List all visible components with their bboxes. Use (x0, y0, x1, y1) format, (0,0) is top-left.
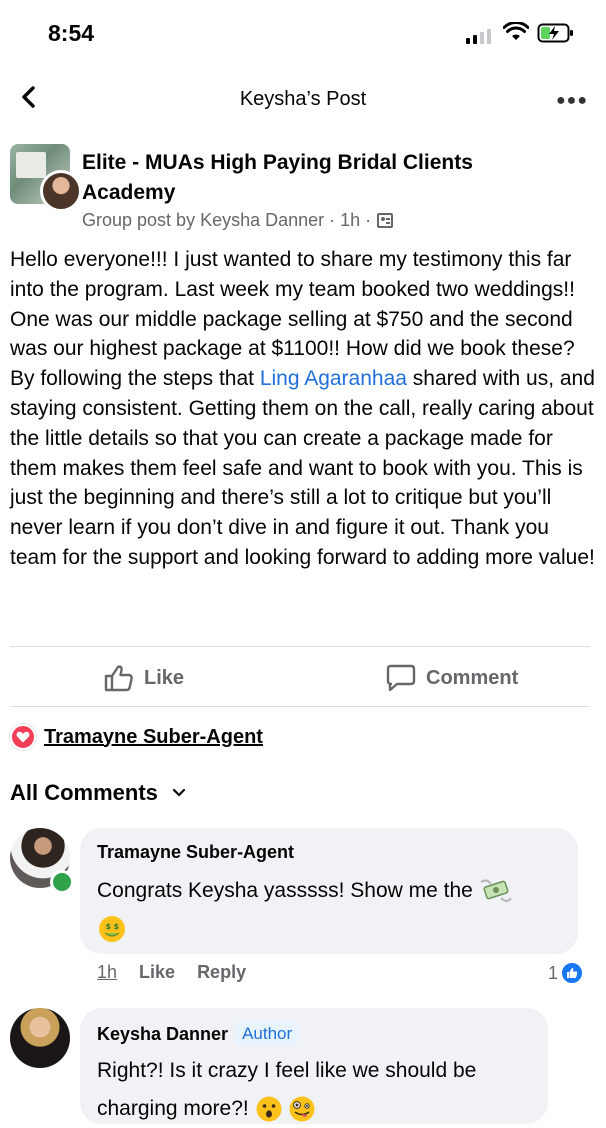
author-badge: Author (236, 1022, 299, 1046)
money-with-wings-icon (480, 879, 512, 903)
like-label: Like (144, 666, 185, 689)
comment-author[interactable]: Keysha Danner Author (97, 1022, 299, 1046)
status-bar: 8:54 (0, 0, 606, 64)
all-comments-filter[interactable]: All Comments (10, 780, 186, 806)
post-actions: Like Comment (0, 648, 606, 706)
post-header: Elite - MUAs High Paying Bridal Clients … (0, 140, 606, 236)
comment-text-content: Right?! Is it crazy I feel like we shoul… (97, 1059, 477, 1120)
all-comments-label: All Comments (10, 780, 158, 805)
page-title: Keysha’s Post (239, 88, 367, 110)
like-reaction-icon (560, 961, 585, 985)
comment-time[interactable]: 1h (97, 962, 117, 983)
svg-text:$: $ (114, 922, 120, 931)
author-avatar[interactable] (40, 170, 82, 212)
reactor-name[interactable]: Tramayne Suber-Agent (44, 726, 263, 749)
post-body: Hello everyone!!! I just wanted to share… (10, 245, 598, 573)
comment-author-name: Tramayne Suber-Agent (97, 842, 295, 862)
like-button[interactable]: Like (104, 664, 184, 692)
surprised-face-icon (256, 1096, 282, 1122)
thumbs-up-icon (104, 665, 133, 692)
comment-bubble[interactable]: Tramayne Suber-Agent Congrats Keysha yas… (80, 828, 578, 954)
comment-bubble[interactable]: Keysha Danner Author Right?! Is it crazy… (80, 1008, 548, 1124)
comment-like-button[interactable]: Like (139, 962, 175, 983)
zany-face-icon (289, 1096, 315, 1122)
divider (10, 706, 590, 707)
divider (10, 646, 590, 647)
status-time: 8:54 (48, 20, 95, 46)
heart-icon (10, 724, 36, 750)
comment-reaction-count[interactable]: 1 (548, 961, 585, 985)
svg-text:$: $ (106, 922, 112, 931)
comment-author[interactable]: Tramayne Suber-Agent (97, 842, 294, 863)
group-members-icon (377, 213, 394, 228)
reaction-count-number: 1 (548, 962, 559, 983)
comment-author-name: Keysha Danner (97, 1023, 229, 1044)
post-meta-text: Group post by Keysha Danner · 1h · (82, 210, 372, 230)
wifi-icon (503, 22, 529, 40)
more-options-icon[interactable]: ●●● (556, 92, 588, 110)
battery-charging-icon (537, 23, 573, 43)
comment-reply-button[interactable]: Reply (197, 962, 246, 983)
mention-link[interactable]: Ling Agaranhaa (260, 367, 407, 390)
commenter-avatar[interactable] (10, 1008, 70, 1068)
online-status-dot (50, 870, 74, 894)
comment-label: Comment (426, 666, 519, 689)
comment-button[interactable]: Comment (386, 664, 518, 692)
nav-bar: Keysha’s Post ●●● (0, 70, 606, 130)
money-mouth-face-icon: $ $ (99, 916, 125, 943)
chevron-down-icon (172, 788, 186, 797)
comment-text: Right?! Is it crazy I feel like we shoul… (97, 1052, 537, 1128)
post-meta: Group post by Keysha Danner · 1h · (82, 210, 394, 231)
comment-meta-row: 1h Like Reply (97, 962, 246, 983)
post-body-text-2: shared with us, and staying consistent. … (10, 367, 595, 569)
comment-text-content: Congrats Keysha yasssss! Show me the (97, 879, 473, 902)
reactions-summary[interactable]: Tramayne Suber-Agent (10, 724, 263, 750)
comment-text: Congrats Keysha yasssss! Show me the $ $ (97, 872, 567, 948)
cellular-signal-icon (466, 28, 491, 44)
group-name-link[interactable]: Elite - MUAs High Paying Bridal Clients … (82, 148, 552, 208)
comment-bubble-icon (386, 664, 416, 692)
